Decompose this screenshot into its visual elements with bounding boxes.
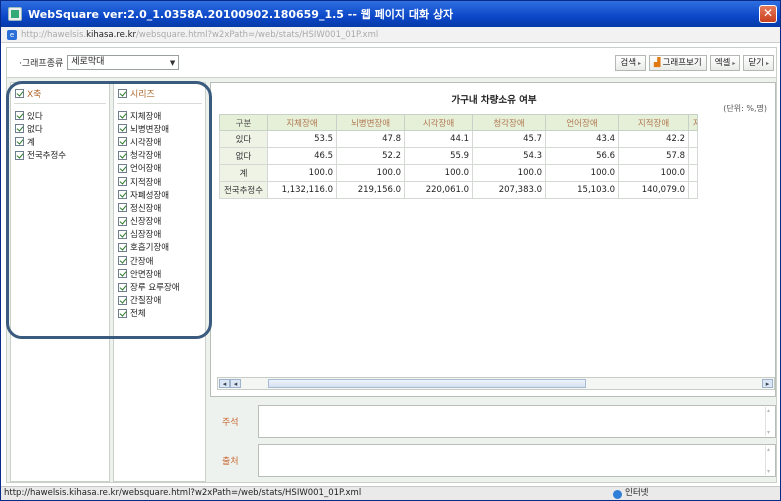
excel-button[interactable]: 엑셀 ▸ xyxy=(709,55,741,71)
row-header: 계 xyxy=(219,164,268,182)
table-cell[interactable]: 100.0 xyxy=(618,164,689,182)
source-textarea[interactable] xyxy=(258,444,776,477)
graph-view-button[interactable]: ▟ 그래프보기 xyxy=(649,55,707,71)
table-cell[interactable]: 42.2 xyxy=(618,130,689,148)
table-cell[interactable]: 47.8 xyxy=(336,130,405,148)
table-cell[interactable]: 100.0 xyxy=(404,164,473,182)
comment-label: 주석 xyxy=(222,418,239,428)
address-path: /websquare.html?w2xPath=/web/stats/HSIW0… xyxy=(136,29,379,40)
address-bar: e http://hawelsis. kihasa.re.kr/websquare… xyxy=(1,27,780,43)
search-button[interactable]: 검색 ▸ xyxy=(615,55,647,71)
table-cell-clipped xyxy=(688,181,698,199)
graph-type-select[interactable]: 세로막대 ▼ xyxy=(67,55,180,70)
close-button[interactable]: 닫기 ▸ xyxy=(743,55,774,71)
table-cell[interactable]: 54.3 xyxy=(472,147,546,165)
row-header: 전국추정수 xyxy=(219,181,268,199)
globe-icon xyxy=(613,490,622,499)
status-url: http://hawelsis.kihasa.re.kr/websquare.h… xyxy=(4,488,362,498)
grid-unit: (단위: %,명) xyxy=(723,104,767,113)
table-cell-clipped xyxy=(688,130,698,148)
main-panel: 가구내 차량소유 여부 (단위: %,명) 구분 지체장애 뇌병변장애 시각장애 청각장… xyxy=(210,82,776,482)
chevron-right-icon: ▸ xyxy=(765,60,769,67)
table-cell[interactable]: 43.4 xyxy=(545,130,619,148)
column-header[interactable]: 뇌병변장애 xyxy=(336,114,405,131)
table-cell[interactable]: 55.9 xyxy=(404,147,473,165)
scroll-right-icon[interactable]: ▸ xyxy=(762,379,773,388)
scroll-left-icon[interactable]: ◂ xyxy=(219,379,230,388)
textarea-scrollbar[interactable] xyxy=(765,407,774,436)
table-cell[interactable]: 100.0 xyxy=(472,164,546,182)
chevron-right-icon: ▸ xyxy=(732,60,736,67)
grid-title: 가구내 차량소유 여부 xyxy=(451,95,537,106)
chevron-down-icon: ▼ xyxy=(169,59,176,67)
ie-page-icon: e xyxy=(7,29,17,40)
table-row[interactable]: 있다 53.5 47.8 44.1 45.7 43.4 42.2 xyxy=(219,130,698,148)
close-window-button[interactable]: ✕ xyxy=(759,5,777,23)
table-row[interactable]: 전국추정수 1,132,116.0 219,156.0 220,061.0 207,38… xyxy=(219,181,698,199)
app-icon xyxy=(8,7,22,21)
column-header[interactable]: 자 xyxy=(688,114,698,131)
close-button-label: 닫기 xyxy=(748,58,764,68)
table-cell[interactable]: 46.5 xyxy=(267,147,337,165)
graph-type-value: 세로막대 xyxy=(71,57,105,67)
table-header-row: 구분지체장애뇌병변장애시각장애청각장애언어장애지적장애자 xyxy=(219,114,698,131)
data-grid-panel: 가구내 차량소유 여부 (단위: %,명) 구분 지체장애 뇌병변장애 시각장애 청각장… xyxy=(210,82,776,397)
table-cell-clipped xyxy=(688,164,698,182)
table-cell[interactable]: 219,156.0 xyxy=(336,181,405,199)
comment-row: 주석 xyxy=(210,402,776,442)
graph-type-label: ·그래프종류 xyxy=(19,59,64,69)
table-cell[interactable]: 140,079.0 xyxy=(618,181,689,199)
highlight-ring xyxy=(6,81,212,339)
table-row[interactable]: 없다 46.5 52.2 55.9 54.3 56.6 57.8 xyxy=(219,147,698,165)
column-header[interactable]: 시각장애 xyxy=(404,114,473,131)
window-title: WebSquare ver:2.0_1.0358A.20100902.18065… xyxy=(28,8,454,21)
graph-view-button-label: 그래프보기 xyxy=(662,58,702,68)
table-cell[interactable]: 220,061.0 xyxy=(404,181,473,199)
column-header[interactable]: 언어장애 xyxy=(545,114,619,131)
table-cell[interactable]: 56.6 xyxy=(545,147,619,165)
row-header: 없다 xyxy=(219,147,268,165)
status-bar: http://hawelsis.kihasa.re.kr/websquare.h… xyxy=(1,486,780,500)
chevron-right-icon: ▸ xyxy=(638,60,642,67)
zone-label: 인터넷 xyxy=(625,488,649,498)
table-body: 있다 53.5 47.8 44.1 45.7 43.4 42.2 없다 46.5 52.2 55.9… xyxy=(219,130,698,199)
table-cell[interactable]: 207,383.0 xyxy=(472,181,546,199)
column-header[interactable]: 지체장애 xyxy=(267,114,337,131)
table-row[interactable]: 계 100.0 100.0 100.0 100.0 100.0 100.0 xyxy=(219,164,698,182)
table-cell[interactable]: 53.5 xyxy=(267,130,337,148)
dialog-window: WebSquare ver:2.0_1.0358A.20100902.18065… xyxy=(0,0,781,501)
source-label: 출처 xyxy=(222,457,239,467)
horizontal-scrollbar[interactable]: ◂ ◂ ▸ xyxy=(217,377,775,390)
table-cell[interactable]: 52.2 xyxy=(336,147,405,165)
textarea-scrollbar[interactable] xyxy=(765,446,774,475)
table-cell[interactable]: 44.1 xyxy=(404,130,473,148)
scroll-left-icon[interactable]: ◂ xyxy=(230,379,241,388)
scrollbar-thumb[interactable] xyxy=(268,379,586,388)
table-cell[interactable]: 15,103.0 xyxy=(545,181,619,199)
toolbar: ·그래프종류 세로막대 ▼ 검색 ▸ ▟ 그래프보기 엑셀 ▸ 닫기 ▸ xyxy=(7,48,776,78)
toolbar-buttons: 검색 ▸ ▟ 그래프보기 엑셀 ▸ 닫기 ▸ xyxy=(615,55,774,71)
table-cell[interactable]: 100.0 xyxy=(267,164,337,182)
source-row: 출처 xyxy=(210,441,776,481)
row-header: 있다 xyxy=(219,130,268,148)
table-cell[interactable]: 1,132,116.0 xyxy=(267,181,337,199)
excel-button-label: 엑셀 xyxy=(714,58,731,68)
data-table: 구분지체장애뇌병변장애시각장애청각장애언어장애지적장애자 있다53.547.84… xyxy=(219,114,698,199)
zone-indicator: 인터넷 xyxy=(613,487,648,500)
table-cell-clipped xyxy=(688,147,698,165)
table-cell[interactable]: 57.8 xyxy=(618,147,689,165)
column-header[interactable]: 구분 xyxy=(219,114,268,131)
table-cell[interactable]: 100.0 xyxy=(545,164,619,182)
address-prefix: http://hawelsis. xyxy=(21,29,87,40)
table-cell[interactable]: 45.7 xyxy=(472,130,546,148)
address-host: kihasa.re.kr xyxy=(86,29,136,40)
title-bar[interactable]: WebSquare ver:2.0_1.0358A.20100902.18065… xyxy=(1,1,780,27)
search-button-label: 검색 xyxy=(620,58,637,68)
comment-textarea[interactable] xyxy=(258,405,776,438)
table-cell[interactable]: 100.0 xyxy=(336,164,405,182)
column-header[interactable]: 지적장애 xyxy=(618,114,689,131)
column-header[interactable]: 청각장애 xyxy=(472,114,546,131)
chart-icon: ▟ xyxy=(654,58,661,68)
